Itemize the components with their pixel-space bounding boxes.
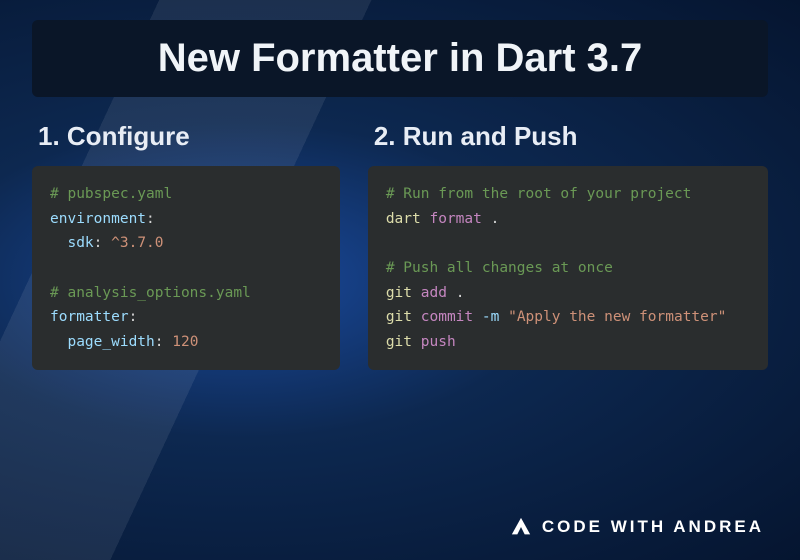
code-comment: # pubspec.yaml bbox=[50, 186, 172, 202]
shell-subcmd: commit bbox=[421, 309, 473, 325]
configure-code-block: # pubspec.yaml environment: sdk: ^3.7.0 … bbox=[32, 166, 340, 370]
shell-flag: -m bbox=[482, 309, 499, 325]
code-comment: # Run from the root of your project bbox=[386, 186, 692, 202]
shell-subcmd: push bbox=[421, 334, 456, 350]
shell-cmd: dart bbox=[386, 211, 421, 227]
page-title: New Formatter in Dart 3.7 bbox=[56, 36, 744, 81]
run-push-column: 2. Run and Push # Run from the root of y… bbox=[368, 121, 768, 370]
configure-column: 1. Configure # pubspec.yaml environment:… bbox=[32, 121, 340, 370]
branding: CODE WITH ANDREA bbox=[510, 516, 764, 538]
run-push-heading: 2. Run and Push bbox=[368, 121, 768, 152]
shell-subcmd: format bbox=[429, 211, 481, 227]
yaml-value: ^3.7.0 bbox=[111, 235, 163, 251]
code-comment: # analysis_options.yaml bbox=[50, 285, 251, 301]
yaml-key: environment bbox=[50, 211, 146, 227]
shell-string: "Apply the new formatter" bbox=[508, 309, 726, 325]
yaml-key: page_width bbox=[67, 334, 154, 350]
shell-cmd: git bbox=[386, 285, 412, 301]
yaml-key: formatter bbox=[50, 309, 129, 325]
content-columns: 1. Configure # pubspec.yaml environment:… bbox=[32, 121, 768, 370]
configure-heading: 1. Configure bbox=[32, 121, 340, 152]
brand-logo-icon bbox=[510, 516, 532, 538]
run-push-code-block: # Run from the root of your project dart… bbox=[368, 166, 768, 370]
yaml-value: 120 bbox=[172, 334, 198, 350]
yaml-key: sdk bbox=[67, 235, 93, 251]
shell-arg: . bbox=[456, 285, 465, 301]
shell-cmd: git bbox=[386, 309, 412, 325]
shell-cmd: git bbox=[386, 334, 412, 350]
shell-arg: . bbox=[491, 211, 500, 227]
title-bar: New Formatter in Dart 3.7 bbox=[32, 20, 768, 97]
code-comment: # Push all changes at once bbox=[386, 260, 613, 276]
shell-subcmd: add bbox=[421, 285, 447, 301]
brand-text: CODE WITH ANDREA bbox=[542, 517, 764, 537]
